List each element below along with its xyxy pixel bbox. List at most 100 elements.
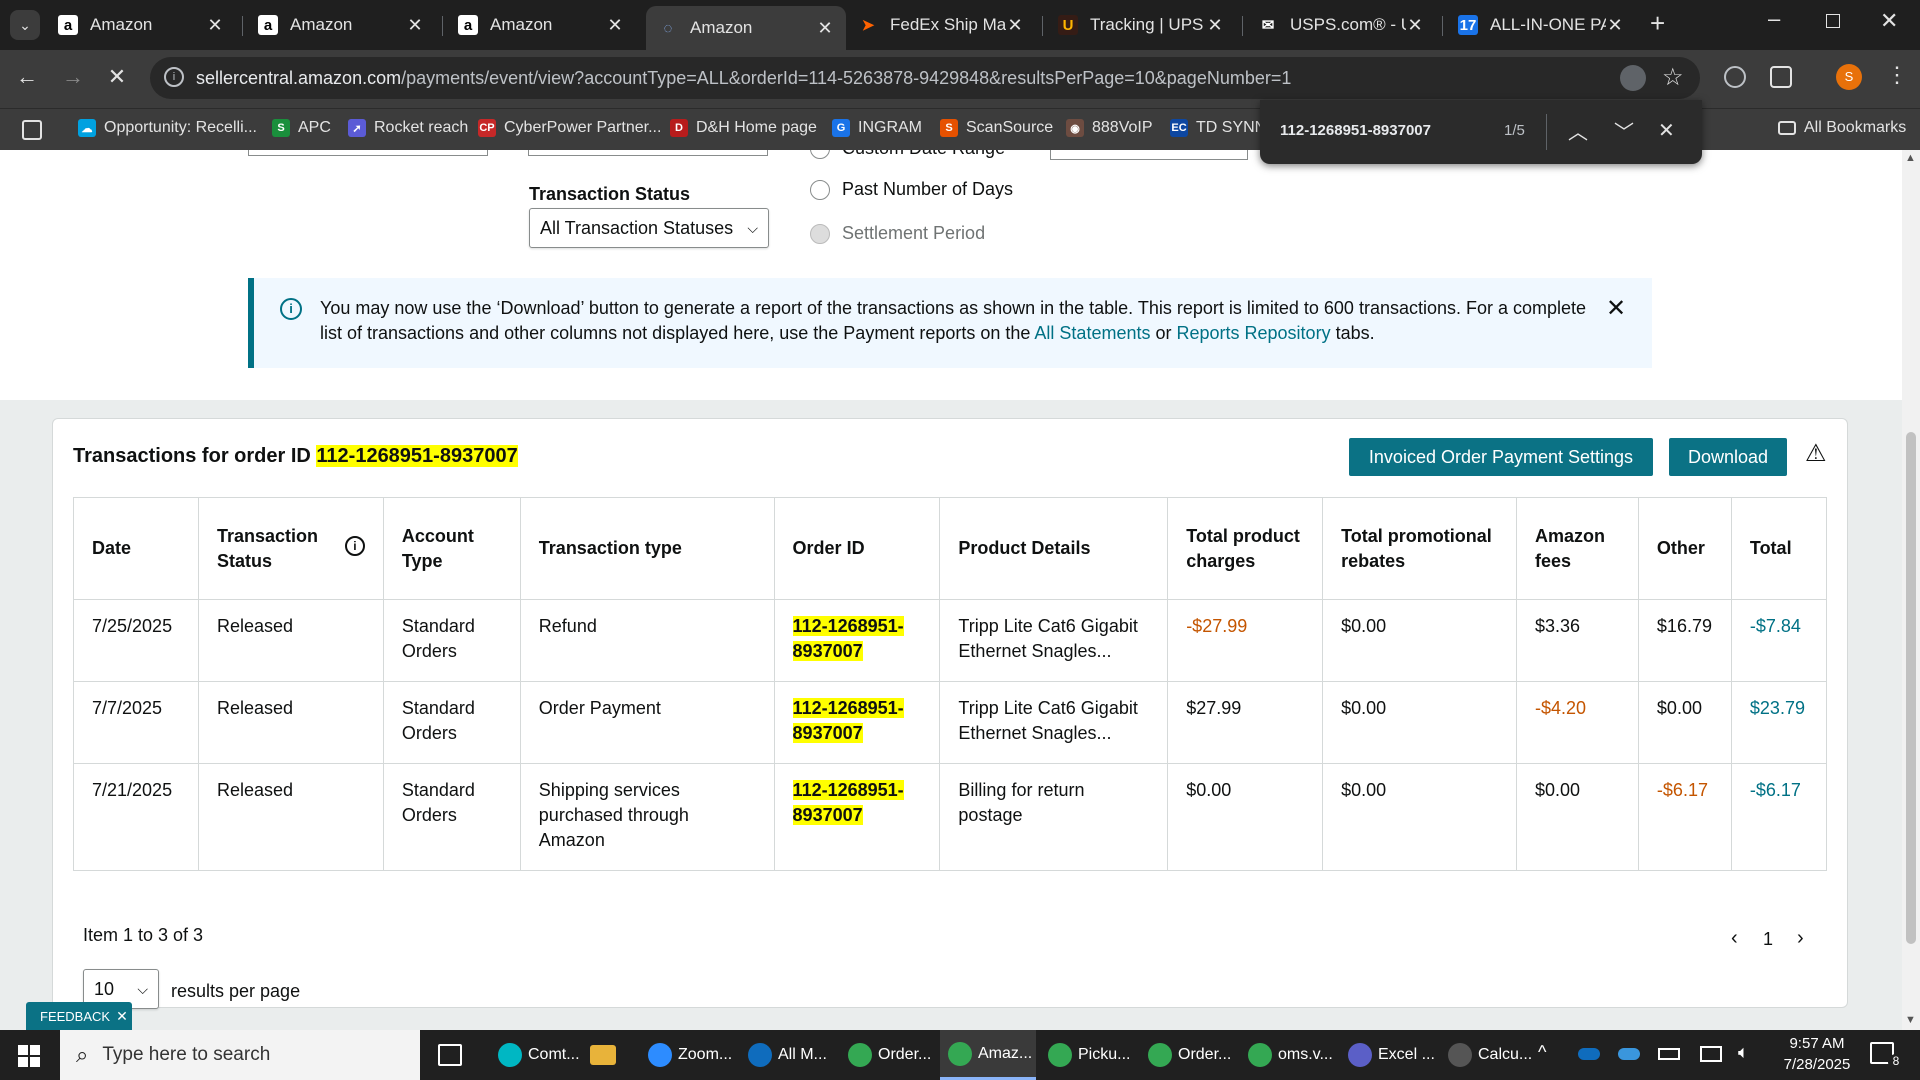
feedback-close-icon[interactable]: ✕ [116, 1008, 128, 1025]
clock-time[interactable]: 9:57 AM [1782, 1035, 1852, 1052]
clock-date[interactable]: 7/28/2025 [1770, 1056, 1864, 1073]
tab-close-icon[interactable]: ✕ [1006, 15, 1024, 36]
tab-close-icon[interactable]: ✕ [1406, 15, 1424, 36]
task-view-icon[interactable] [438, 1044, 462, 1066]
onedrive-icon[interactable] [1578, 1048, 1600, 1060]
apc-bookmark[interactable]: S APC [272, 119, 331, 137]
tab-title: FedEx Ship Mana [890, 15, 1006, 34]
tab-7[interactable]: ✉ USPS.com® - US✕ [1246, 8, 1436, 42]
back-icon[interactable]: ← [12, 64, 42, 90]
chrome-pickup-app[interactable]: Picku... [1040, 1030, 1136, 1080]
next-page-icon[interactable]: › [1797, 927, 1804, 950]
alert-close-icon[interactable]: ✕ [1606, 294, 1626, 323]
column-header-label: Transaction Status [216, 525, 318, 571]
lens-icon[interactable] [1620, 65, 1646, 91]
partial-select-left[interactable] [248, 150, 488, 156]
all-bookmarks[interactable]: All Bookmarks [1778, 119, 1906, 137]
close-window-icon[interactable]: ✕ [1880, 8, 1898, 34]
onedrive-business-icon[interactable] [1618, 1048, 1640, 1060]
tab-close-icon[interactable]: ✕ [1206, 15, 1224, 36]
find-close-icon[interactable]: ✕ [1658, 118, 1675, 143]
address-bar[interactable]: i sellercentral.amazon.com/payments/even… [150, 57, 1700, 99]
file-explorer-icon[interactable] [590, 1030, 630, 1080]
stop-loading-icon[interactable]: ✕ [102, 64, 132, 90]
current-page[interactable]: 1 [1763, 929, 1773, 950]
forward-icon[interactable]: → [58, 64, 88, 90]
opportunity-bookmark[interactable]: ☁ Opportunity: Recelli... [78, 119, 257, 137]
calculator-app[interactable]: Calcu... [1440, 1030, 1536, 1080]
find-input[interactable]: 112-1268951-8937007 [1280, 122, 1431, 139]
tab-close-icon[interactable]: ✕ [206, 15, 224, 36]
chrome-order-app[interactable]: Order... [840, 1030, 936, 1080]
site-info-icon[interactable]: i [164, 67, 184, 87]
zoom-app[interactable]: Zoom... [640, 1030, 736, 1080]
tab-close-icon[interactable]: ✕ [816, 18, 834, 39]
invoiced-order-payment-settings-button[interactable]: Invoiced Order Payment Settings [1349, 438, 1653, 476]
restore-icon[interactable] [1826, 14, 1840, 28]
windows-start-icon[interactable] [18, 1045, 40, 1067]
tab-2[interactable]: a Amazon ✕ [246, 8, 436, 42]
chrome-oms-app[interactable]: oms.v... [1240, 1030, 1336, 1080]
bookmark-star-icon[interactable]: ☆ [1662, 63, 1684, 92]
globe-icon[interactable] [1724, 66, 1746, 88]
chrome-menu-icon[interactable]: ⋮ [1886, 62, 1908, 88]
tab-close-icon[interactable]: ✕ [606, 15, 624, 36]
chrome-amazon-app[interactable]: Amaz... [940, 1030, 1036, 1080]
radio-settlement-period[interactable]: Settlement Period [810, 223, 985, 244]
download-button[interactable]: Download [1669, 438, 1787, 476]
battery-icon[interactable] [1658, 1048, 1680, 1060]
radio-past-number-of-days[interactable]: Past Number of Days [810, 179, 1013, 200]
feedback-tab[interactable]: FEEDBACK ✕ [26, 1002, 132, 1030]
tab-1[interactable]: a Amazon ✕ [46, 8, 236, 42]
tab-3[interactable]: a Amazon ✕ [446, 8, 636, 42]
scansource-bookmark[interactable]: S ScanSource [940, 119, 1053, 137]
tab-4[interactable]: ◌ Amazon ✕ [646, 6, 846, 50]
partial-date-input[interactable] [1050, 150, 1248, 160]
td-synnex-bookmark[interactable]: EC TD SYNN [1170, 119, 1266, 137]
scroll-down-icon[interactable]: ▼ [1905, 1014, 1916, 1026]
new-tab-button[interactable]: + [1650, 8, 1665, 39]
prev-page-icon[interactable]: ‹ [1731, 927, 1738, 950]
minimize-icon[interactable]: – [1768, 6, 1780, 32]
chrome-order2-app[interactable]: Order... [1140, 1030, 1236, 1080]
find-next-icon[interactable]: ﹀ [1614, 116, 1634, 145]
page-scrollbar[interactable]: ▲ ▼ [1902, 150, 1920, 1030]
extensions-icon[interactable] [1770, 66, 1792, 88]
888voip-bookmark[interactable]: ◉ 888VoIP [1066, 119, 1153, 137]
info-icon[interactable]: i [344, 536, 365, 556]
excel-app[interactable]: Excel ... [1340, 1030, 1436, 1080]
partial-select-mid[interactable] [528, 150, 768, 156]
all-statements-link[interactable]: All Statements [1034, 323, 1150, 343]
cyberpower-bookmark[interactable]: CP CyberPower Partner... [478, 119, 661, 137]
tab-5[interactable]: ➤ FedEx Ship Mana✕ [846, 8, 1036, 42]
rocket-reach-bookmark[interactable]: ➚ Rocket reach [348, 119, 468, 137]
outlook-app[interactable]: All M... [740, 1030, 836, 1080]
dh-home-bookmark[interactable]: D D&H Home page [670, 119, 817, 137]
cell-value: -$6.17 [1656, 780, 1708, 800]
alert-tail: tabs. [1330, 323, 1375, 343]
reports-repository-link[interactable]: Reports Repository [1177, 323, 1331, 343]
tab-search-button[interactable]: ⌄ [10, 10, 40, 40]
amazon-icon: a [58, 15, 78, 35]
find-prev-icon[interactable]: ︿ [1568, 116, 1588, 145]
transaction-status-select[interactable]: All Transaction Statuses ⌵ [529, 208, 769, 248]
taskbar-search-box[interactable]: ⌕ Type here to search [60, 1030, 420, 1080]
table-cell: $0.00 [1322, 681, 1517, 764]
scansource-icon: S [940, 119, 958, 137]
volume-icon[interactable]: 🔈︎ [1738, 1042, 1749, 1063]
tab-close-icon[interactable]: ✕ [406, 15, 424, 36]
tab-6[interactable]: U Tracking | UPS - U✕ [1046, 8, 1236, 42]
tab-close-icon[interactable]: ✕ [1606, 15, 1624, 36]
scroll-up-icon[interactable]: ▲ [1905, 152, 1916, 164]
radio-custom-date-range[interactable]: Custom Date Range [810, 150, 1005, 159]
apps-grid-icon[interactable] [22, 120, 42, 140]
tray-chevron-icon[interactable]: ^ [1538, 1042, 1546, 1063]
scroll-thumb[interactable] [1906, 432, 1916, 944]
profile-avatar[interactable]: S [1836, 64, 1862, 90]
comt-app[interactable]: Comt... [490, 1030, 586, 1080]
table-cell: $27.99 [1167, 681, 1324, 764]
tab-8[interactable]: 17 ALL-IN-ONE PAC✕ [1446, 8, 1636, 42]
warning-icon[interactable]: ⚠ [1805, 439, 1827, 468]
ingram-bookmark[interactable]: G INGRAM [832, 119, 922, 137]
network-icon[interactable] [1700, 1046, 1722, 1062]
